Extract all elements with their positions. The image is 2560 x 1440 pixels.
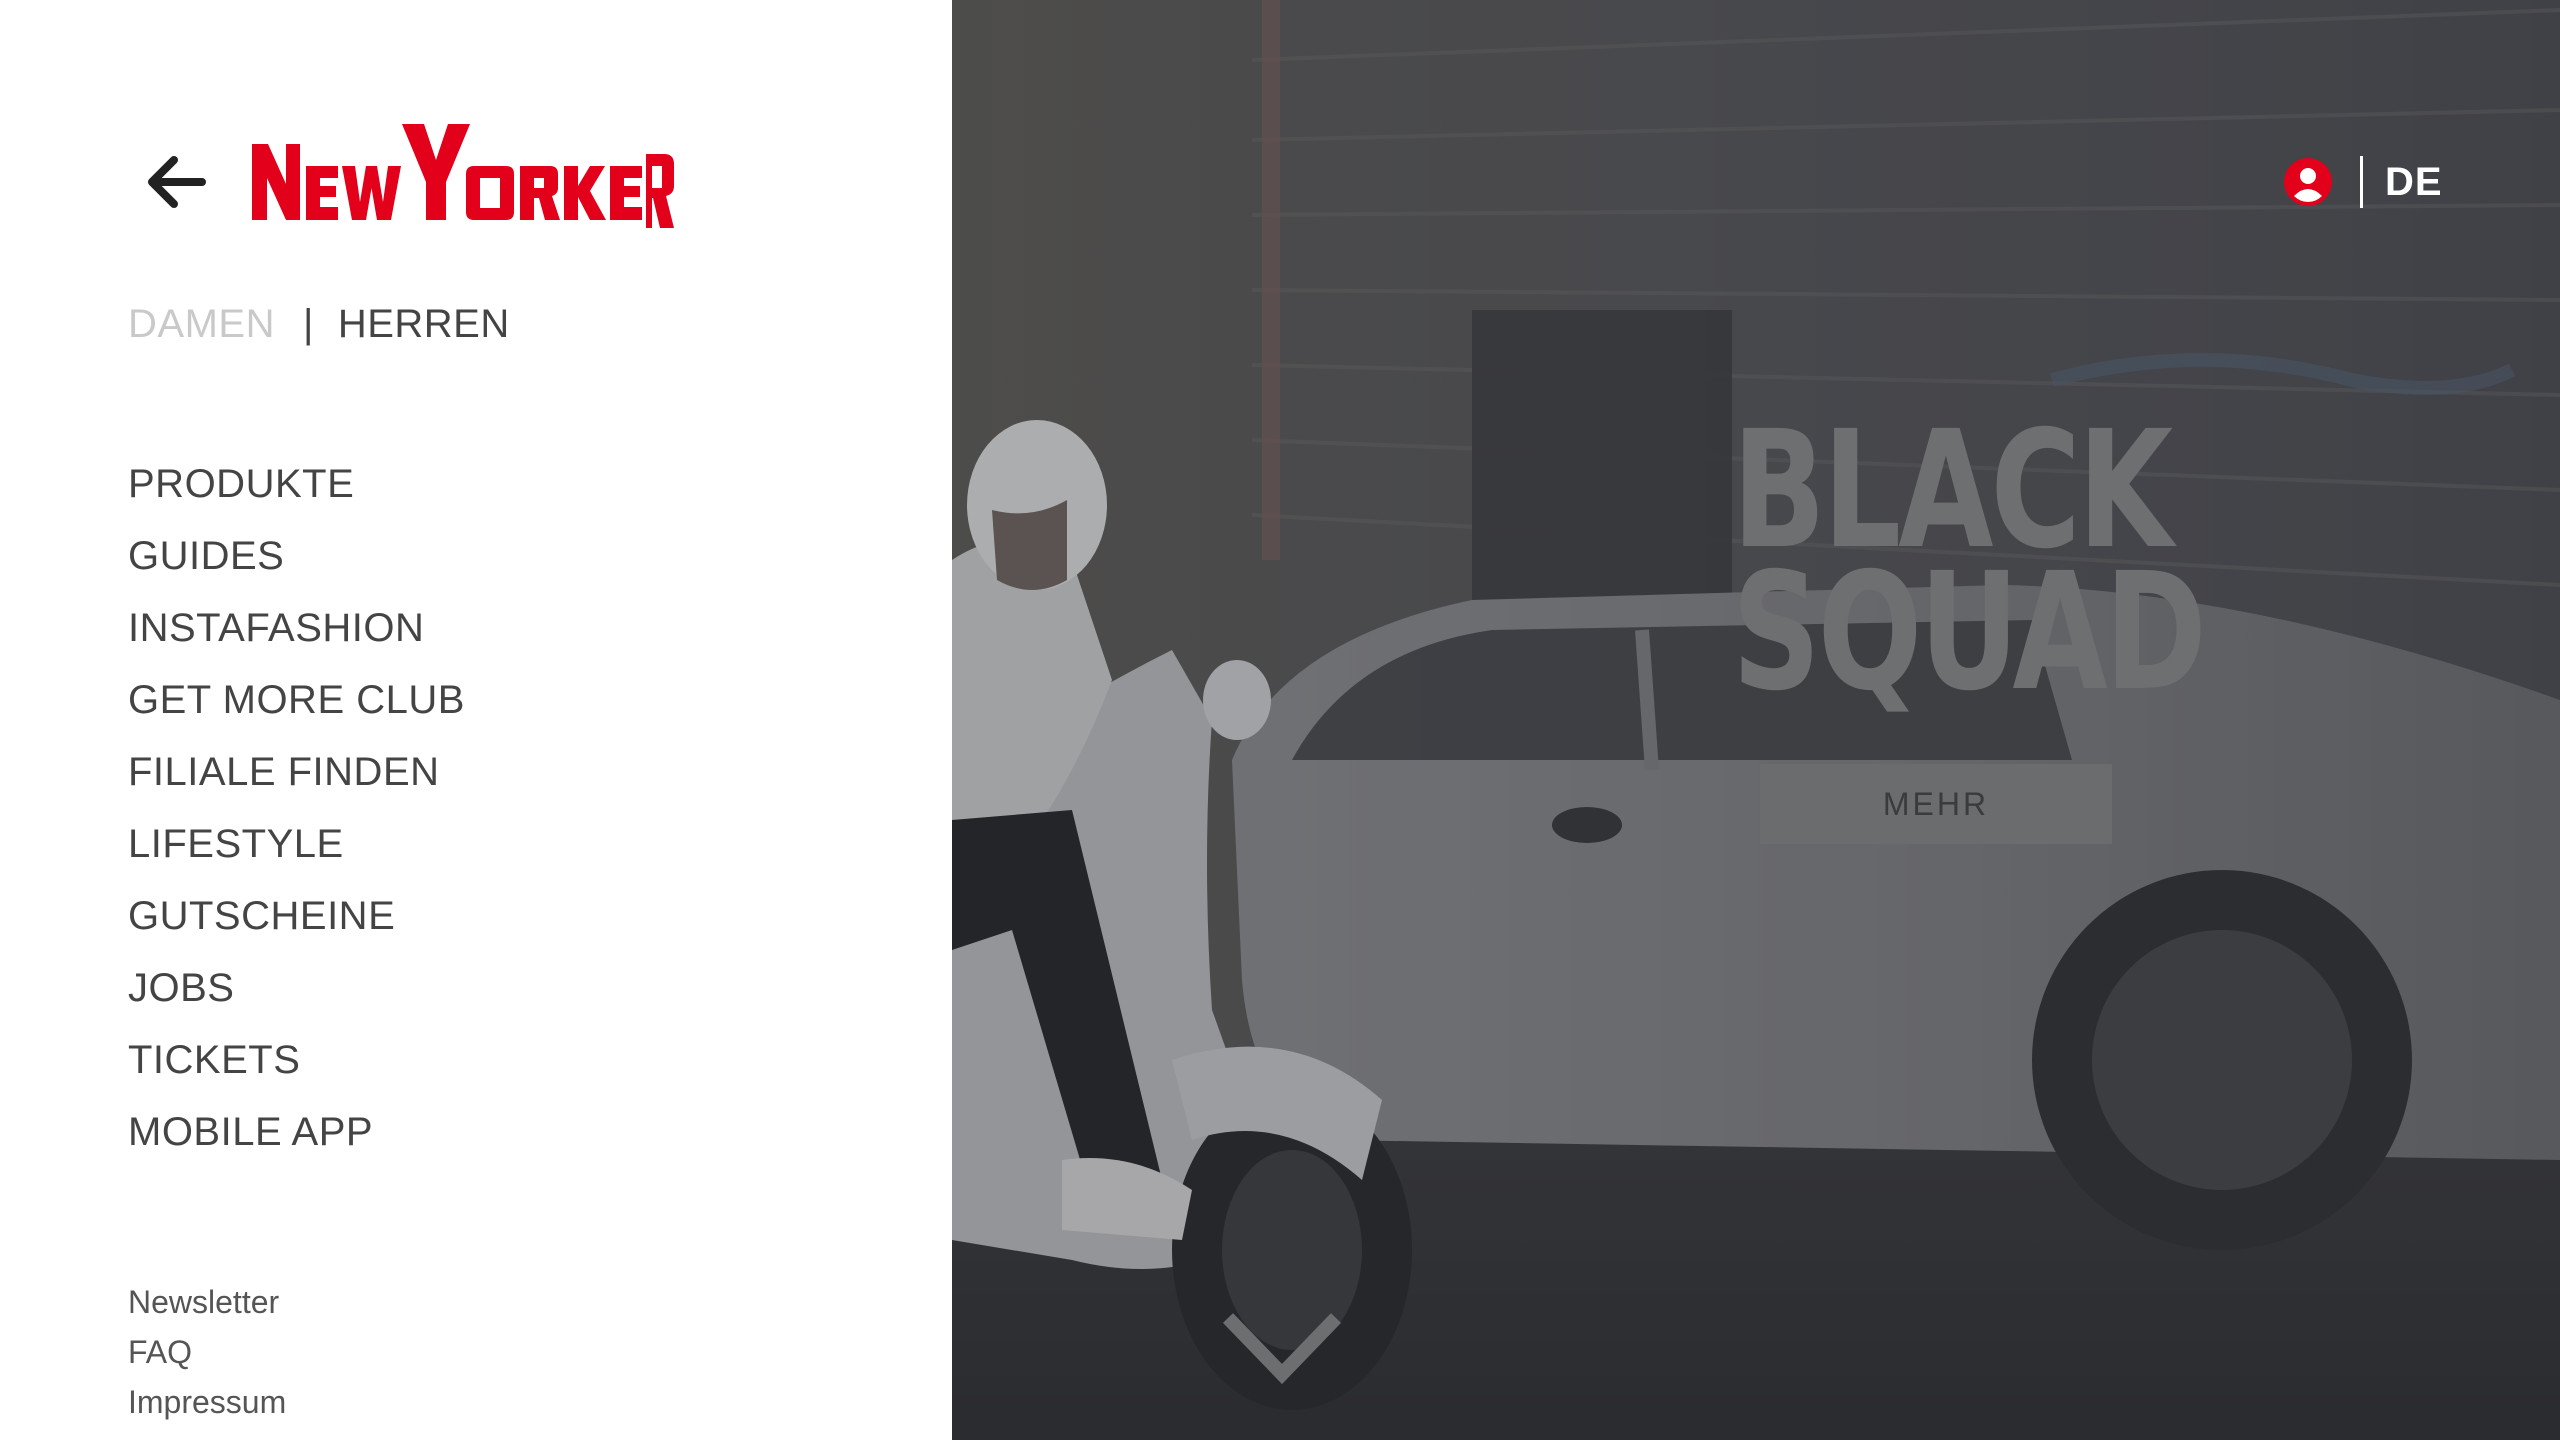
footer-link-faq[interactable]: FAQ [128,1330,286,1380]
footer-link-impressum[interactable]: Impressum [128,1380,286,1430]
gender-tab-damen[interactable]: DAMEN [128,302,275,347]
nav-item-produkte[interactable]: PRODUKTE [128,456,465,528]
account-icon[interactable] [2282,156,2334,208]
language-selector[interactable]: DE [2385,160,2443,205]
header-utilities: DE [2282,154,2443,210]
nav-item-jobs[interactable]: JOBS [128,960,465,1032]
nav-item-instafashion[interactable]: INSTAFASHION [128,600,465,672]
nav-item-mobile-app[interactable]: MOBILE APP [128,1104,465,1176]
gender-switch: DAMEN | HERREN [128,302,510,347]
footer-link-newsletter[interactable]: Newsletter [128,1280,286,1330]
header-separator [2360,156,2363,208]
gender-tab-herren[interactable]: HERREN [338,302,510,347]
nav-item-get-more-club[interactable]: GET MORE CLUB [128,672,465,744]
footer-nav: Newsletter FAQ Impressum [128,1280,286,1430]
campaign-title-line2: SQUAD [1732,539,2207,727]
hero-section: DE BLACK SQUAD MEHR [952,0,2560,1440]
nav-item-tickets[interactable]: TICKETS [128,1032,465,1104]
nav-item-gutscheine[interactable]: GUTSCHEINE [128,888,465,960]
nav-item-lifestyle[interactable]: LIFESTYLE [128,816,465,888]
side-menu: DAMEN | HERREN PRODUKTE GUIDES INSTAFASH… [0,0,952,1440]
main-nav: PRODUKTE GUIDES INSTAFASHION GET MORE CL… [128,456,465,1176]
nav-item-filiale-finden[interactable]: FILIALE FINDEN [128,744,465,816]
newyorker-logo[interactable] [252,124,674,228]
campaign-title: BLACK SQUAD [1732,410,2207,727]
arrow-left-icon[interactable] [144,152,206,212]
nav-item-guides[interactable]: GUIDES [128,528,465,600]
gender-separator: | [302,302,314,346]
chevron-down-icon[interactable] [1222,1310,1342,1386]
mehr-button[interactable]: MEHR [1760,764,2112,844]
